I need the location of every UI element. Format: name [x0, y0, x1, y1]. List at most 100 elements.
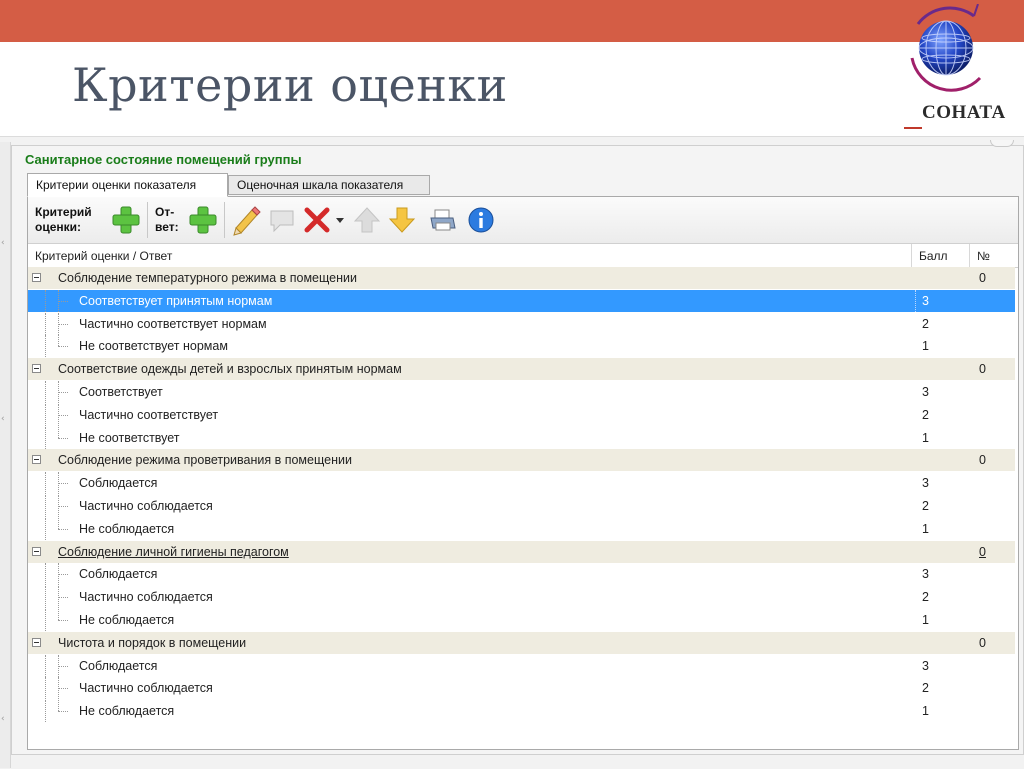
tree-branch — [58, 414, 68, 417]
group-row[interactable]: Чистота и порядок в помещении 0 — [28, 631, 1015, 654]
answer-row[interactable]: Соответствует принятым нормам 3 — [28, 289, 1015, 312]
tree-line — [45, 472, 47, 495]
group-row[interactable]: Соответствие одежды детей и взрослых при… — [28, 358, 1015, 381]
answer-row[interactable]: Не соответствует нормам 1 — [28, 335, 1015, 358]
tree-line — [45, 563, 47, 586]
tree-line — [45, 495, 47, 517]
answer-row[interactable]: Не соблюдается 1 — [28, 700, 1015, 723]
group-title: Соблюдение режима проветривания в помеще… — [58, 453, 352, 468]
answer-score: 2 — [922, 681, 929, 696]
answer-row[interactable]: Частично соблюдается 2 — [28, 677, 1015, 700]
tree-line — [45, 403, 47, 426]
group-title: Соблюдение личной гигиены педагогом — [58, 544, 289, 559]
left-scroll-strip[interactable]: ‹ ‹ ‹ — [0, 142, 11, 768]
tree-branch — [58, 597, 68, 599]
tree-branch — [58, 506, 68, 508]
answer-label: Частично соответствует — [79, 407, 219, 422]
toolbar-separator — [224, 202, 225, 238]
add-answer-icon[interactable] — [187, 204, 219, 236]
answer-label: Частично соблюдается — [79, 681, 213, 696]
group-number: 0 — [979, 453, 986, 468]
answer-row[interactable]: Соблюдается 3 — [28, 654, 1015, 677]
group-title: Чистота и порядок в помещении — [58, 635, 247, 650]
answer-label: Не соответствует — [79, 430, 180, 445]
criterion-label: Критерий оценки: — [35, 205, 92, 235]
tree-line — [58, 700, 60, 712]
tree-line — [58, 426, 60, 438]
move-down-icon[interactable] — [386, 204, 418, 236]
collapse-toggle-icon[interactable] — [32, 546, 41, 556]
marker-icon: ‹ — [1, 714, 5, 724]
answer-row[interactable]: Не соблюдается 1 — [28, 517, 1015, 540]
column-number-header[interactable]: № — [977, 249, 990, 263]
group-row[interactable]: Соблюдение личной гигиены педагогом 0 — [28, 540, 1015, 563]
add-criterion-icon[interactable] — [110, 204, 142, 236]
answer-label: Соответствует принятым нормам — [79, 293, 273, 308]
tree-branch — [58, 437, 68, 440]
tree-branch — [58, 346, 68, 348]
column-divider[interactable] — [969, 244, 970, 267]
column-score-header[interactable]: Балл — [919, 249, 948, 263]
column-divider[interactable] — [911, 244, 912, 267]
group-row[interactable]: Соблюдение температурного режима в помещ… — [28, 267, 1015, 289]
collapse-marker-icon: ‹ — [1, 238, 5, 248]
tree-branch — [58, 392, 68, 394]
collapse-toggle-icon[interactable] — [32, 637, 41, 647]
dropdown-arrow-icon[interactable] — [333, 204, 347, 236]
delete-icon[interactable] — [301, 204, 333, 236]
group-number: 0 — [979, 271, 986, 285]
answer-score: 3 — [922, 476, 929, 491]
answer-label: Не соблюдается — [79, 521, 175, 536]
criterion-label-line2: оценки: — [35, 220, 82, 234]
answer-label: Частично соблюдается — [79, 499, 213, 513]
answer-row[interactable]: Соблюдается 3 — [28, 472, 1015, 495]
slide-top-bar — [0, 0, 1024, 42]
tree-line — [45, 517, 47, 540]
answer-score: 1 — [922, 521, 929, 536]
answer-score: 2 — [922, 590, 929, 605]
answer-label: Не соблюдается — [79, 613, 175, 627]
tree-line — [45, 381, 47, 403]
tab-criteria[interactable]: Критерии оценки показателя — [27, 173, 228, 197]
answer-row[interactable]: Частично соблюдается 2 — [28, 495, 1015, 517]
answer-row[interactable]: Соответствует 3 — [28, 381, 1015, 403]
answer-row[interactable]: Частично соблюдается 2 — [28, 586, 1015, 609]
slide-title: Критерии оценки — [72, 58, 508, 112]
tree-line — [58, 335, 60, 347]
column-name-header[interactable]: Критерий оценки / Ответ — [35, 249, 172, 263]
edit-icon[interactable] — [230, 204, 262, 236]
tree-branch — [58, 483, 68, 485]
answer-row[interactable]: Частично соответствует 2 — [28, 403, 1015, 426]
info-icon[interactable] — [465, 204, 497, 236]
answer-row[interactable]: Не соблюдается 1 — [28, 609, 1015, 631]
group-row[interactable]: Соблюдение режима проветривания в помеще… — [28, 449, 1015, 472]
answer-label: Соблюдается — [79, 658, 158, 673]
answer-label: Соответствует — [79, 385, 163, 399]
collapse-toggle-icon[interactable] — [32, 455, 41, 465]
answer-row[interactable]: Соблюдается 3 — [28, 563, 1015, 586]
grid-header: Критерий оценки / Ответ Балл № — [28, 244, 1018, 268]
print-icon[interactable] — [427, 204, 459, 236]
answer-label: Соблюдается — [79, 476, 158, 491]
window-corner-button[interactable] — [990, 140, 1014, 147]
tree-line — [45, 677, 47, 700]
tree-line — [45, 312, 47, 335]
collapse-toggle-icon[interactable] — [32, 364, 41, 374]
tab-scale[interactable]: Оценочная шкала показателя — [228, 175, 430, 195]
logo-text: СОНАТА — [922, 102, 1006, 123]
answer-label: Не соответствует нормам — [79, 339, 228, 354]
move-up-icon[interactable] — [351, 204, 383, 236]
selection-cell-border — [915, 289, 917, 312]
answer-label: Не соблюдается — [79, 704, 175, 719]
answer-label: Частично соответствует нормам — [79, 316, 267, 331]
answer-label: Частично соблюдается — [79, 590, 213, 605]
group-title: Соблюдение температурного режима в помещ… — [58, 271, 357, 285]
answer-label-line2: вет: — [155, 220, 179, 234]
tree-branch — [58, 620, 68, 622]
collapse-toggle-icon[interactable] — [32, 273, 41, 282]
answer-row[interactable]: Частично соответствует нормам 2 — [28, 312, 1015, 335]
tree-line — [45, 426, 47, 449]
comment-icon[interactable] — [266, 204, 298, 236]
answer-row[interactable]: Не соответствует 1 — [28, 426, 1015, 449]
marker-icon: ‹ — [1, 414, 5, 424]
